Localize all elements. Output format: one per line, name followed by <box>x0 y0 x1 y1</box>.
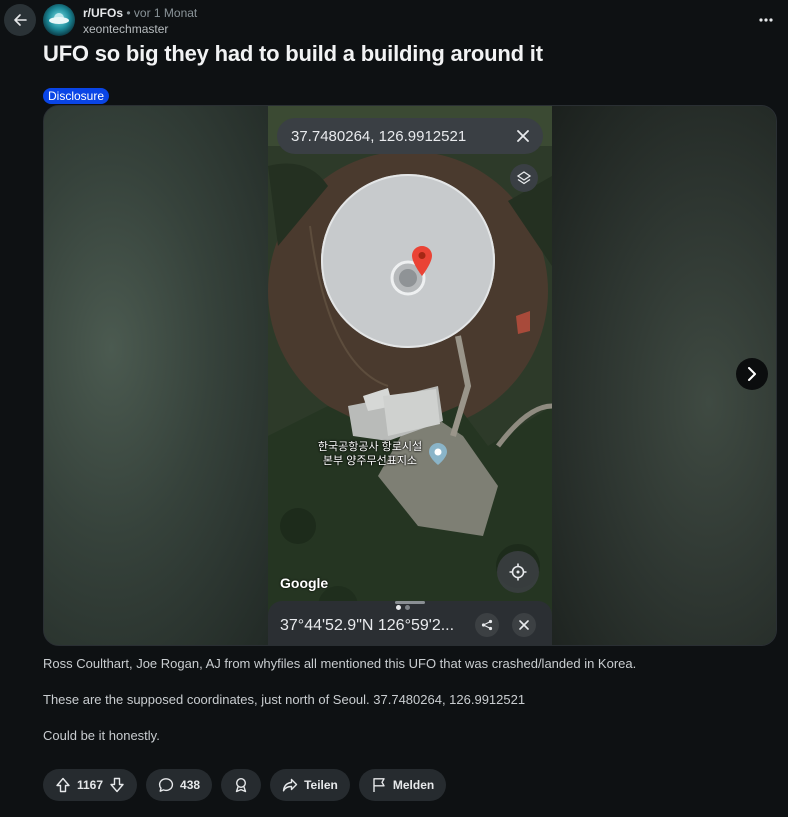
map-search-clear-button[interactable] <box>513 126 533 146</box>
map-layers-button[interactable] <box>510 164 538 192</box>
map-search-value: 37.7480264, 126.9912521 <box>291 127 467 145</box>
post-flair[interactable]: Disclosure <box>43 88 110 104</box>
google-logo: Google <box>280 575 329 591</box>
map-bottom-sheet[interactable]: 37°44'52.9"N 126°59'2... <box>268 601 552 645</box>
back-button[interactable] <box>4 4 36 36</box>
report-label: Melden <box>392 778 435 792</box>
vote-group: 1167 <box>43 769 138 801</box>
sheet-page-dots <box>396 605 410 610</box>
location-pin-icon <box>412 246 432 281</box>
more-options-icon <box>759 18 773 22</box>
my-location-icon <box>509 563 527 581</box>
share-arrow-icon <box>282 778 298 792</box>
my-location-button[interactable] <box>497 551 539 593</box>
flag-icon <box>373 778 385 792</box>
downvote-icon[interactable] <box>109 777 125 793</box>
comments-button[interactable]: 438 <box>146 769 213 801</box>
sheet-handle[interactable] <box>395 601 425 604</box>
map-place-label: 한국공항공사 항로시설 본부 양주무선표지소 <box>317 441 423 467</box>
report-button[interactable]: Melden <box>358 769 447 801</box>
layers-icon <box>516 171 532 185</box>
share-label: Teilen <box>304 778 338 792</box>
post-meta: r/UFOs • vor 1 Monat xeontechmaster <box>83 6 198 37</box>
post-time: vor 1 Monat <box>133 6 198 20</box>
map-dms-coordinates: 37°44'52.9"N 126°59'2... <box>280 617 455 634</box>
place-marker-icon <box>429 443 447 470</box>
post-media[interactable]: 37.7480264, 126.9912521 한국공항공사 항로시설 본부 양… <box>43 105 777 646</box>
author-link[interactable]: xeontechmaster <box>83 22 197 37</box>
subreddit-link[interactable]: r/UFOs <box>83 6 123 20</box>
map-search-bar[interactable]: 37.7480264, 126.9912521 <box>277 118 543 154</box>
post-title: UFO so big they had to build a building … <box>43 41 543 66</box>
award-icon <box>235 777 247 793</box>
post-body-paragraph: Ross Coulthart, Joe Rogan, AJ from whyfi… <box>43 656 637 671</box>
post-body-paragraph: Could be it honestly. <box>43 728 160 743</box>
upvote-icon[interactable] <box>55 777 71 793</box>
comment-count: 438 <box>180 778 201 792</box>
vote-count: 1167 <box>77 778 104 792</box>
close-icon <box>517 130 529 142</box>
award-button[interactable] <box>221 769 262 801</box>
media-blur-left <box>44 106 268 645</box>
post-actions: 1167 438 Teilen Melden <box>43 769 447 801</box>
share-button[interactable]: Teilen <box>270 769 350 801</box>
back-arrow-icon <box>14 14 27 26</box>
more-options-button[interactable] <box>750 8 782 32</box>
share-icon <box>481 619 493 631</box>
close-icon <box>519 620 529 630</box>
map-share-button[interactable] <box>475 613 499 637</box>
subreddit-avatar[interactable] <box>43 4 75 36</box>
gallery-next-button[interactable] <box>736 358 768 390</box>
chevron-right-icon <box>748 367 756 381</box>
comment-icon <box>158 778 174 792</box>
post-body-paragraph: These are the supposed coordinates, just… <box>43 692 526 707</box>
map-close-button[interactable] <box>512 613 536 637</box>
post-body: Ross Coulthart, Joe Rogan, AJ from whyfi… <box>43 655 763 744</box>
